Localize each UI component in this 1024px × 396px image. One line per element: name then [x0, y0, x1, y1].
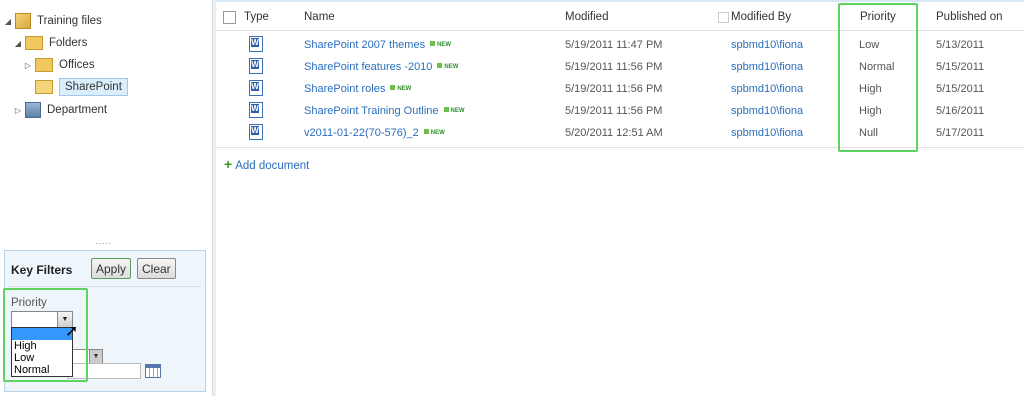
priority-value: Normal: [859, 61, 895, 73]
word-document-icon[interactable]: [249, 80, 263, 96]
priority-dropdown-list: High Low Normal: [11, 327, 73, 377]
department-icon: [25, 102, 41, 118]
document-name-link[interactable]: SharePoint Training Outline NEW: [304, 105, 465, 117]
tree-item-sharepoint[interactable]: SharePoint: [24, 78, 128, 96]
new-badge: NEW: [430, 42, 451, 48]
tree-label-folders: Folders: [49, 37, 88, 49]
header-divider: [216, 30, 1024, 31]
folder-icon: [25, 36, 43, 50]
word-document-icon[interactable]: [249, 58, 263, 74]
document-name-link[interactable]: v2011-01-22(70-576)_2 NEW: [304, 127, 445, 139]
tree-item-department[interactable]: ▷ Department: [14, 101, 107, 119]
dropdown-option-normal[interactable]: Normal: [12, 364, 72, 376]
apply-button[interactable]: Apply: [91, 258, 132, 279]
tree-label-department: Department: [47, 104, 108, 116]
modified-by-link[interactable]: spbmd10\fiona: [731, 105, 803, 117]
open-folder-icon: [35, 80, 53, 94]
priority-value: Low: [859, 39, 880, 51]
chevron-down-icon[interactable]: ▼: [89, 350, 102, 363]
new-badge: NEW: [424, 130, 445, 136]
document-name-link[interactable]: SharePoint 2007 themes NEW: [304, 39, 451, 51]
calendar-icon[interactable]: [145, 364, 161, 378]
modified-by-link[interactable]: spbmd10\fiona: [731, 39, 803, 51]
expand-arrow-icon[interactable]: ◢: [4, 17, 12, 26]
published-date: 5/17/2011: [936, 127, 985, 139]
list-bottom-divider: [216, 147, 1024, 148]
key-filters-title: Key Filters: [11, 263, 73, 277]
priority-value: High: [859, 105, 882, 117]
modified-date: 5/19/2011 11:56 PM: [565, 61, 663, 73]
word-document-icon[interactable]: [249, 102, 263, 118]
tree-item-folders[interactable]: ◢ Folders: [14, 34, 87, 52]
tree-item-offices[interactable]: ▷ Offices: [24, 56, 95, 74]
tree-item-training-files[interactable]: ◢ Training files: [4, 12, 102, 30]
tree-label-offices: Offices: [59, 59, 95, 71]
priority-filter-label: Priority: [11, 297, 47, 309]
column-header-name[interactable]: Name: [304, 11, 335, 23]
word-document-icon[interactable]: [249, 36, 263, 52]
tree-label-sharepoint: SharePoint: [59, 78, 128, 96]
modified-date: 5/19/2011 11:47 PM: [565, 39, 663, 51]
left-pane: ◢ Training files ◢ Folders ▷ Offices Sha…: [0, 0, 212, 396]
document-name-link[interactable]: SharePoint features -2010 NEW: [304, 61, 458, 73]
column-header-modified[interactable]: Modified: [565, 11, 608, 23]
modified-by-link[interactable]: spbmd10\fiona: [731, 61, 803, 73]
modified-date: 5/19/2011 11:56 PM: [565, 83, 663, 95]
top-border: [216, 0, 1024, 2]
add-document-link[interactable]: + Add document: [224, 156, 309, 172]
priority-select[interactable]: ▼: [11, 311, 73, 328]
new-badge: NEW: [390, 86, 411, 92]
modified-by-link[interactable]: spbmd10\fiona: [731, 127, 803, 139]
published-date: 5/15/2011: [936, 83, 985, 95]
mouse-cursor-icon: ➚: [65, 323, 79, 340]
divider: [9, 286, 201, 287]
collapse-arrow-icon[interactable]: ▷: [14, 106, 22, 115]
modified-date: 5/20/2011 12:51 AM: [565, 127, 663, 139]
published-date: 5/13/2011: [936, 39, 985, 51]
published-date: 5/15/2011: [936, 61, 985, 73]
table-row[interactable]: SharePoint Training OutlineNEW 5/19/2011…: [216, 101, 1024, 123]
folder-icon: [35, 58, 53, 72]
tree-label-training-files: Training files: [37, 15, 102, 27]
column-header-modified-by[interactable]: Modified By: [731, 11, 791, 23]
collapse-arrow-icon[interactable]: ▷: [24, 61, 32, 70]
new-badge: NEW: [437, 64, 458, 70]
plus-icon: +: [224, 156, 233, 172]
resize-grip-icon[interactable]: ·····: [95, 238, 112, 249]
clear-button[interactable]: Clear: [137, 258, 176, 279]
new-badge: NEW: [444, 108, 465, 114]
expand-arrow-icon[interactable]: ◢: [14, 39, 22, 48]
priority-value: Null: [859, 127, 878, 139]
dropdown-option-blank[interactable]: [12, 328, 72, 340]
table-row[interactable]: SharePoint 2007 themesNEW 5/19/2011 11:4…: [216, 35, 1024, 57]
column-header-type[interactable]: Type: [244, 11, 269, 23]
table-row[interactable]: SharePoint rolesNEW 5/19/2011 11:56 PM s…: [216, 79, 1024, 101]
modified-by-filter-checkbox[interactable]: [718, 12, 729, 23]
dropdown-option-high[interactable]: High: [12, 340, 72, 352]
select-all-checkbox[interactable]: [223, 11, 236, 24]
library-icon: [15, 13, 31, 29]
column-header-published-on[interactable]: Published on: [936, 11, 1003, 23]
published-date: 5/16/2011: [936, 105, 985, 117]
dropdown-option-low[interactable]: Low: [12, 352, 72, 364]
document-list: Type Name Modified Modified By Priority …: [216, 0, 1024, 396]
priority-value: High: [859, 83, 882, 95]
word-document-icon[interactable]: [249, 124, 263, 140]
table-row[interactable]: SharePoint features -2010NEW 5/19/2011 1…: [216, 57, 1024, 79]
column-header-priority[interactable]: Priority: [860, 11, 896, 23]
table-row[interactable]: v2011-01-22(70-576)_2NEW 5/20/2011 12:51…: [216, 123, 1024, 145]
key-filters-panel: Key Filters Apply Clear Priority ▼ High …: [4, 250, 206, 392]
modified-date: 5/19/2011 11:56 PM: [565, 105, 663, 117]
date-filter-input[interactable]: [67, 363, 141, 379]
modified-by-link[interactable]: spbmd10\fiona: [731, 83, 803, 95]
document-name-link[interactable]: SharePoint roles NEW: [304, 83, 411, 95]
